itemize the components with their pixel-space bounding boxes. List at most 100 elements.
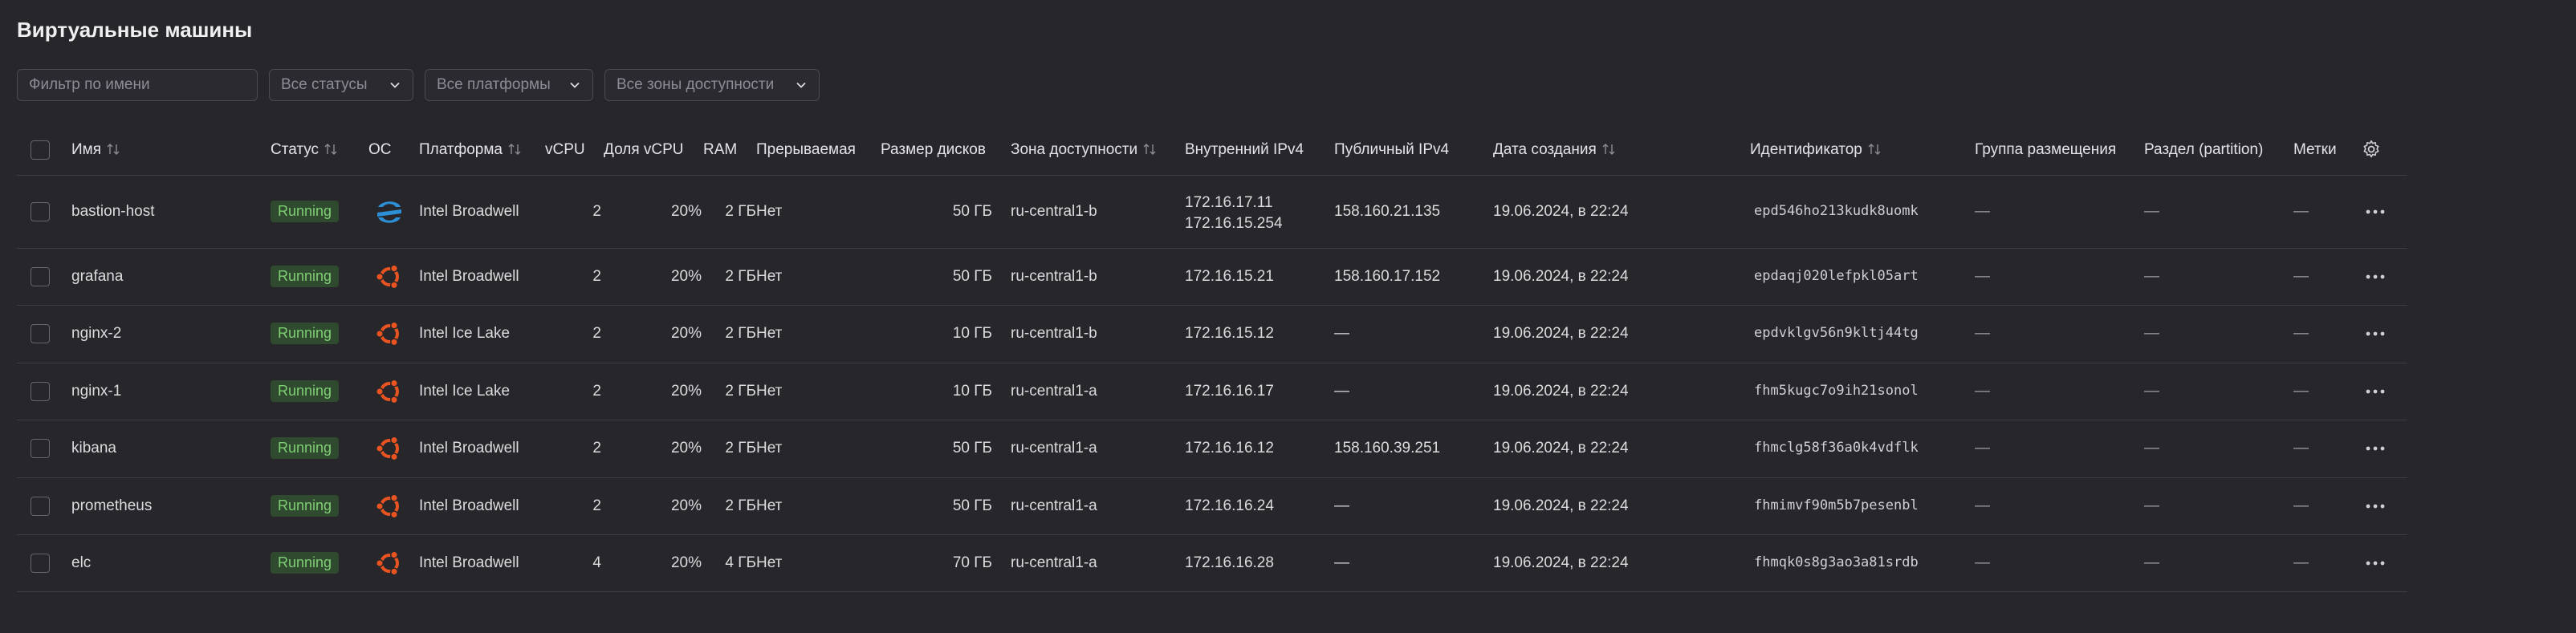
- column-header-labels: Метки: [2293, 141, 2337, 158]
- cell-name[interactable]: grafana: [71, 268, 123, 286]
- cell-disk: 70 ГБ: [952, 554, 992, 571]
- sort-icon: [1143, 144, 1156, 155]
- gear-icon[interactable]: [2361, 139, 2382, 160]
- table-row[interactable]: prometheus Running Intel Broadwell 2 20% 2 ГБ…: [17, 477, 2407, 535]
- internal-ip-primary: 172.16.17.11: [1185, 194, 1273, 211]
- table-row[interactable]: bastion-host Running Intel Broadwell 2 20% 2 …: [17, 176, 2407, 249]
- zone-filter-dropdown[interactable]: Все зоны доступности: [604, 69, 820, 101]
- column-header-zone[interactable]: Зона доступности: [1011, 141, 1157, 159]
- column-header-created[interactable]: Дата создания: [1493, 141, 1616, 159]
- chevron-down-icon: [390, 82, 400, 88]
- internal-ip-secondary: 172.16.15.254: [1185, 215, 1283, 232]
- more-actions-icon[interactable]: [2365, 560, 2386, 566]
- more-actions-icon[interactable]: [2365, 445, 2386, 452]
- cell-status: Running: [271, 201, 340, 222]
- more-actions-icon[interactable]: [2365, 331, 2386, 337]
- cell-zone: ru-central1-b: [1011, 267, 1097, 285]
- row-checkbox[interactable]: [31, 381, 50, 401]
- cell-placement: —: [1975, 382, 1990, 400]
- more-actions-icon[interactable]: [2365, 274, 2386, 280]
- cell-preemptible: Нет: [756, 440, 783, 456]
- select-all-checkbox[interactable]: [31, 140, 50, 160]
- cell-created: 19.06.2024, в 22:24: [1493, 497, 1629, 514]
- row-checkbox[interactable]: [31, 496, 50, 516]
- cell-placement: —: [1975, 440, 1990, 456]
- cell-status: Running: [271, 437, 340, 459]
- column-header-placement-group: Группа размещения: [1975, 141, 2117, 158]
- cell-placement: —: [1975, 554, 1990, 571]
- astra-linux-icon: [377, 201, 401, 223]
- cell-id: epd546ho213kudk8uomk: [1754, 203, 1919, 219]
- cell-name[interactable]: elc: [71, 554, 91, 572]
- status-badge: Running: [271, 494, 340, 517]
- cell-labels: —: [2293, 267, 2309, 285]
- column-header-label: Имя: [71, 141, 102, 158]
- table-row[interactable]: nginx-2 Running Intel Ice Lake 2 20% 2 ГБ Нет 1…: [17, 305, 2407, 363]
- cell-ram: 2 ГБ: [725, 382, 756, 400]
- cell-platform: Intel Broadwell: [419, 203, 519, 220]
- cell-name[interactable]: bastion-host: [71, 203, 155, 221]
- cell-disk: 50 ГБ: [952, 267, 992, 285]
- column-header-platform[interactable]: Платформа: [419, 141, 522, 159]
- platform-filter-dropdown[interactable]: Все платформы: [425, 69, 593, 101]
- cell-labels: —: [2293, 382, 2309, 400]
- table-row[interactable]: elc Running Intel Broadwell 4 20% 4 ГБ Нет 70 Г…: [17, 534, 2407, 592]
- cell-status: Running: [271, 494, 340, 517]
- row-checkbox[interactable]: [31, 266, 50, 286]
- cell-id: fhmqk0s8g3ao3a81srdb: [1754, 554, 1919, 570]
- cell-public-ip: 158.160.39.251: [1334, 440, 1441, 456]
- row-checkbox[interactable]: [31, 439, 50, 458]
- status-filter-dropdown[interactable]: Все статусы: [269, 69, 413, 101]
- cell-id: fhmclg58f36a0k4vdflk: [1754, 440, 1919, 456]
- cell-vcpu-share: 20%: [670, 440, 702, 456]
- cell-public-ip: 158.160.17.152: [1334, 267, 1441, 285]
- cell-preemptible: Нет: [756, 325, 783, 342]
- cell-labels: —: [2293, 203, 2309, 220]
- cell-zone: ru-central1-a: [1011, 382, 1097, 400]
- sort-icon: [107, 144, 120, 155]
- column-header-status[interactable]: Статус: [271, 141, 338, 159]
- cell-vcpu: 2: [592, 440, 601, 456]
- row-checkbox[interactable]: [31, 553, 50, 573]
- cell-preemptible: Нет: [756, 382, 783, 400]
- cell-partition: —: [2144, 203, 2159, 220]
- cell-ram: 4 ГБ: [725, 554, 756, 571]
- cell-placement: —: [1975, 497, 1990, 514]
- more-actions-icon[interactable]: [2365, 503, 2386, 509]
- cell-zone: ru-central1-b: [1011, 325, 1097, 342]
- name-filter-field[interactable]: [17, 69, 258, 101]
- cell-disk: 50 ГБ: [952, 497, 992, 514]
- cell-preemptible: Нет: [756, 497, 783, 514]
- cell-name[interactable]: kibana: [71, 440, 116, 457]
- table-row[interactable]: nginx-1 Running Intel Ice Lake 2 20% 2 ГБ Нет 1…: [17, 363, 2407, 420]
- status-badge: Running: [271, 379, 340, 402]
- table-row[interactable]: kibana Running Intel Broadwell 2 20% 2 ГБ Нет 5…: [17, 420, 2407, 478]
- row-checkbox[interactable]: [31, 202, 50, 221]
- cell-zone: ru-central1-a: [1011, 440, 1097, 456]
- row-checkbox[interactable]: [31, 324, 50, 343]
- cell-public-ip: —: [1334, 325, 1349, 342]
- column-header-id[interactable]: Идентификатор: [1750, 141, 1882, 159]
- cell-vcpu: 2: [592, 382, 601, 400]
- cell-ram: 2 ГБ: [725, 497, 756, 514]
- cell-platform: Intel Broadwell: [419, 554, 519, 571]
- column-header-name[interactable]: Имя: [71, 141, 120, 159]
- cell-placement: —: [1975, 203, 1990, 220]
- column-header-label: Статус: [271, 141, 319, 158]
- more-actions-icon[interactable]: [2365, 209, 2386, 215]
- cell-name[interactable]: prometheus: [71, 497, 152, 515]
- cell-internal-ip: 172.16.16.17: [1185, 382, 1274, 400]
- cell-name[interactable]: nginx-2: [71, 325, 121, 343]
- more-actions-icon[interactable]: [2365, 388, 2386, 395]
- cell-name[interactable]: nginx-1: [71, 383, 121, 400]
- table-row[interactable]: grafana Running Intel Broadwell 2 20% 2 ГБ Нет…: [17, 248, 2407, 306]
- column-header-label: Идентификатор: [1750, 141, 1862, 158]
- cell-ram: 2 ГБ: [725, 325, 756, 342]
- cell-vcpu-share: 20%: [670, 203, 702, 220]
- platform-filter-label: Все платформы: [437, 76, 551, 93]
- cell-partition: —: [2144, 554, 2159, 571]
- cell-platform: Intel Ice Lake: [419, 382, 511, 400]
- name-filter-input[interactable]: [29, 70, 246, 100]
- cell-placement: —: [1975, 267, 1990, 285]
- column-header-os: ОС: [368, 141, 392, 158]
